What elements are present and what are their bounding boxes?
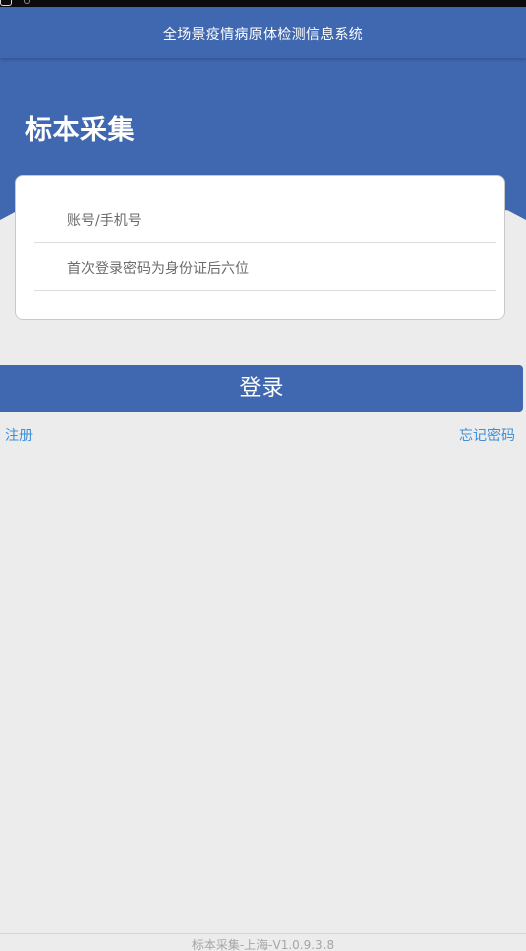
account-input[interactable] [67, 210, 487, 232]
forgot-password-link[interactable]: 忘记密码 [459, 425, 515, 445]
app-indicator-icon [24, 0, 30, 4]
register-link[interactable]: 注册 [5, 425, 33, 445]
login-form-card [15, 175, 505, 320]
login-screen: 全场景疫情病原体检测信息系统 标本采集 登录 注册 忘记密码 标本采集-上海-V… [0, 0, 526, 951]
page-title: 标本采集 [25, 115, 135, 146]
app-version-label: 标本采集-上海-V1.0.9.3.8 [191, 938, 335, 951]
app-title: 全场景疫情病原体检测信息系统 [162, 27, 364, 43]
login-button[interactable]: 登录 [0, 365, 523, 412]
app-header: 全场景疫情病原体检测信息系统 [0, 7, 526, 58]
footer-divider [0, 933, 526, 934]
status-bar [0, 0, 526, 7]
password-field-row [34, 246, 496, 291]
account-field-row [34, 198, 496, 243]
password-input[interactable] [67, 258, 487, 280]
notification-icon [0, 0, 12, 6]
